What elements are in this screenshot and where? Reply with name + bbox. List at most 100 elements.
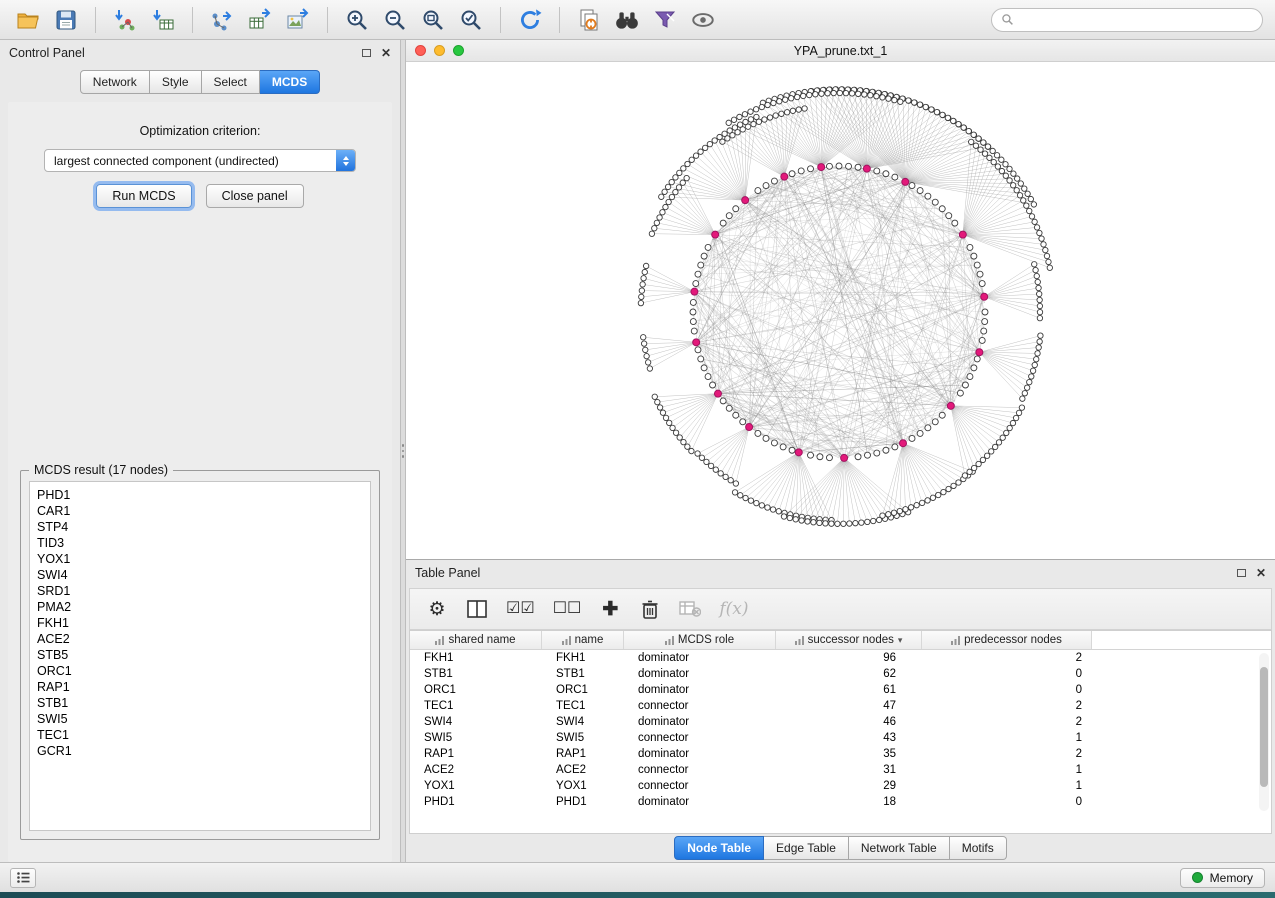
cell-shared-name: SWI4	[410, 716, 542, 728]
export-image-icon[interactable]	[282, 5, 314, 35]
mcds-result-item[interactable]: RAP1	[37, 679, 363, 695]
function-builder-icon[interactable]: f(x)	[719, 596, 748, 622]
zoom-in-icon[interactable]	[341, 5, 373, 35]
table-scrollbar[interactable]	[1259, 653, 1269, 811]
table-row[interactable]: TEC1TEC1connector472	[410, 698, 1271, 714]
table-row[interactable]: RAP1RAP1dominator352	[410, 746, 1271, 762]
tab-network-table[interactable]: Network Table	[849, 836, 950, 860]
mcds-result-item[interactable]: STB1	[37, 695, 363, 711]
sort-icon	[562, 636, 571, 645]
mcds-result-item[interactable]: FKH1	[37, 615, 363, 631]
cell-shared-name: PHD1	[410, 796, 542, 808]
cell-name: TEC1	[542, 700, 624, 712]
table-header-row: shared name name MCDS role successo	[410, 631, 1271, 650]
table-row[interactable]: FKH1FKH1dominator962	[410, 650, 1271, 666]
table-row[interactable]: STB1STB1dominator620	[410, 666, 1271, 682]
mcds-result-item[interactable]: ACE2	[37, 631, 363, 647]
mcds-result-item[interactable]: TID3	[37, 535, 363, 551]
zoom-fit-icon[interactable]	[417, 5, 449, 35]
close-panel-button[interactable]: Close panel	[206, 184, 304, 208]
float-panel-icon[interactable]	[362, 49, 371, 57]
mcds-result-list[interactable]: PHD1CAR1STP4TID3YOX1SWI4SRD1PMA2FKH1ACE2…	[29, 481, 371, 831]
cell-shared-name: ACE2	[410, 764, 542, 776]
column-header-shared-name[interactable]: shared name	[410, 631, 542, 649]
add-column-icon[interactable]: ✚	[599, 596, 621, 622]
criterion-dropdown[interactable]: largest connected component (undirected)	[44, 149, 356, 172]
float-table-panel-icon[interactable]	[1237, 569, 1246, 577]
search-input[interactable]	[1020, 13, 1253, 27]
table-scrollbar-thumb[interactable]	[1260, 667, 1268, 787]
table-row[interactable]: ORC1ORC1dominator610	[410, 682, 1271, 698]
tab-edge-table[interactable]: Edge Table	[764, 836, 849, 860]
mcds-result-item[interactable]: SRD1	[37, 583, 363, 599]
cell-mcds-role: connector	[624, 700, 776, 712]
table-row[interactable]: SWI4SWI4dominator462	[410, 714, 1271, 730]
tab-style[interactable]: Style	[150, 70, 202, 94]
task-history-icon[interactable]	[10, 868, 36, 888]
select-all-icon[interactable]: ☑☑	[506, 596, 535, 622]
table-row[interactable]: ACE2ACE2connector311	[410, 762, 1271, 778]
network-canvas[interactable]	[406, 62, 1275, 559]
tab-select[interactable]: Select	[202, 70, 260, 94]
sort-icon	[951, 636, 960, 645]
filter-icon[interactable]	[649, 5, 681, 35]
delete-table-icon[interactable]	[679, 596, 701, 622]
mcds-result-item[interactable]: CAR1	[37, 503, 363, 519]
tab-network[interactable]: Network	[80, 70, 150, 94]
table-row[interactable]: SWI5SWI5connector431	[410, 730, 1271, 746]
table-settings-gear-icon[interactable]: ⚙	[426, 596, 448, 622]
window-zoom-icon[interactable]	[453, 45, 464, 56]
deselect-all-icon[interactable]: ☐☐	[553, 596, 582, 622]
table-row[interactable]: YOX1YOX1connector291	[410, 778, 1271, 794]
tab-motifs[interactable]: Motifs	[950, 836, 1007, 860]
memory-button[interactable]: Memory	[1180, 868, 1265, 888]
window-minimize-icon[interactable]	[434, 45, 445, 56]
control-panel: Control Panel ✕ Network Style Select MCD…	[0, 40, 400, 862]
memory-status-icon	[1192, 872, 1203, 883]
show-hide-icon[interactable]	[687, 5, 719, 35]
mcds-result-item[interactable]: YOX1	[37, 551, 363, 567]
import-network-icon[interactable]	[109, 5, 141, 35]
search-box[interactable]	[991, 8, 1263, 32]
column-header-mcds-role[interactable]: MCDS role	[624, 631, 776, 649]
open-folder-icon[interactable]	[12, 5, 44, 35]
refresh-icon[interactable]	[514, 5, 546, 35]
close-panel-icon[interactable]: ✕	[381, 46, 391, 60]
export-table-icon[interactable]	[244, 5, 276, 35]
column-header-predecessor-nodes[interactable]: predecessor nodes	[922, 631, 1092, 649]
clone-network-icon[interactable]	[573, 5, 605, 35]
mcds-result-item[interactable]: PMA2	[37, 599, 363, 615]
cell-mcds-role: dominator	[624, 684, 776, 696]
mcds-result-item[interactable]: STP4	[37, 519, 363, 535]
mcds-result-item[interactable]: GCR1	[37, 743, 363, 759]
cell-mcds-role: connector	[624, 732, 776, 744]
export-network-icon[interactable]	[206, 5, 238, 35]
memory-label: Memory	[1210, 871, 1253, 885]
mcds-result-item[interactable]: PHD1	[37, 487, 363, 503]
network-view: YPA_prune.txt_1	[406, 40, 1275, 560]
tab-node-table[interactable]: Node Table	[674, 836, 764, 860]
column-header-name[interactable]: name	[542, 631, 624, 649]
run-mcds-button[interactable]: Run MCDS	[96, 184, 191, 208]
mcds-result-item[interactable]: SWI4	[37, 567, 363, 583]
table-row[interactable]: PHD1PHD1dominator180	[410, 794, 1271, 810]
mcds-result-item[interactable]: TEC1	[37, 727, 363, 743]
table-panel: Table Panel ✕ ⚙ ☑☑ ☐☐ ✚	[406, 560, 1275, 862]
delete-column-icon[interactable]	[639, 596, 661, 622]
mcds-result-item[interactable]: ORC1	[37, 663, 363, 679]
cell-shared-name: YOX1	[410, 780, 542, 792]
cell-successor-nodes: 47	[776, 700, 922, 712]
tab-mcds[interactable]: MCDS	[260, 70, 320, 94]
close-table-panel-icon[interactable]: ✕	[1256, 566, 1266, 580]
mcds-result-item[interactable]: STB5	[37, 647, 363, 663]
window-close-icon[interactable]	[415, 45, 426, 56]
mcds-result-item[interactable]: SWI5	[37, 711, 363, 727]
save-icon[interactable]	[50, 5, 82, 35]
column-header-successor-nodes[interactable]: successor nodes ▾	[776, 631, 922, 649]
cell-mcds-role: dominator	[624, 716, 776, 728]
search-binoculars-icon[interactable]	[611, 5, 643, 35]
import-table-icon[interactable]	[147, 5, 179, 35]
show-columns-icon[interactable]	[466, 596, 488, 622]
zoom-out-icon[interactable]	[379, 5, 411, 35]
zoom-selected-icon[interactable]	[455, 5, 487, 35]
